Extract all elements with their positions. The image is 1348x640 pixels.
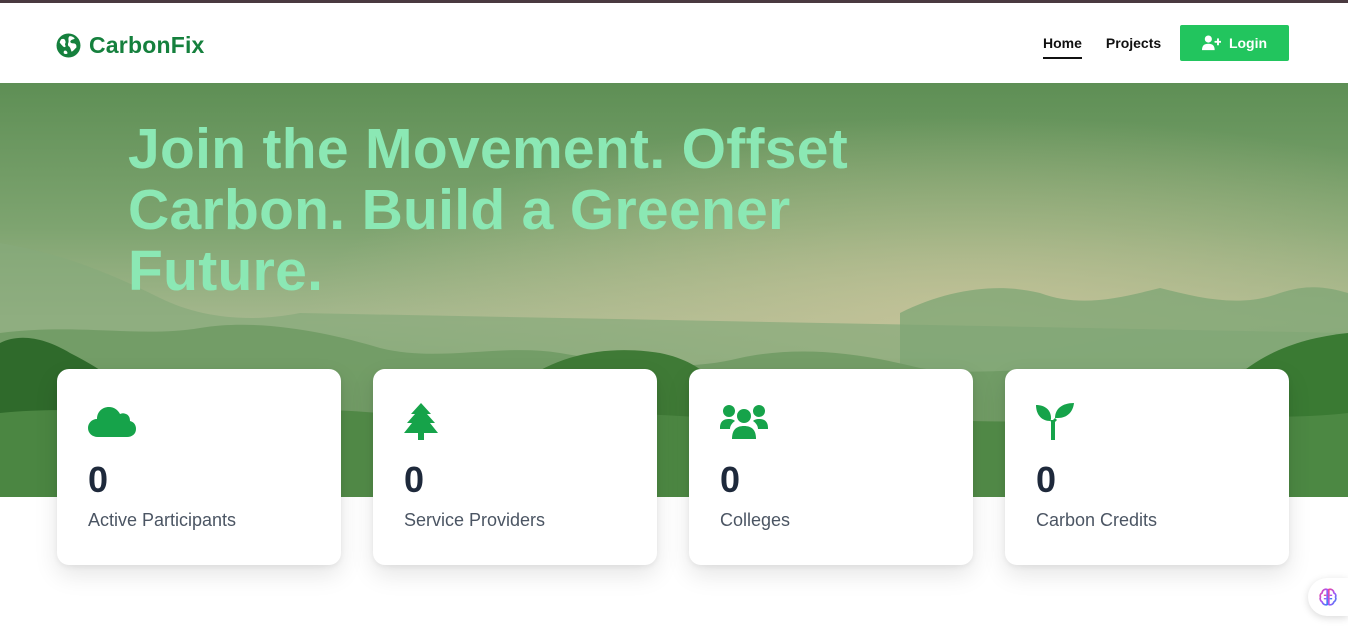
login-button[interactable]: Login <box>1180 25 1289 61</box>
stat-card-service-providers: 0 Service Providers <box>373 369 657 565</box>
stat-value: 0 <box>1036 459 1057 500</box>
stat-label: Service Providers <box>404 510 546 530</box>
seedling-icon <box>1036 403 1074 440</box>
navbar: CarbonFix Home Projects Login <box>0 3 1348 83</box>
nav-link-projects[interactable]: Projects <box>1106 35 1161 59</box>
assistant-launcher-button[interactable] <box>1308 578 1348 616</box>
stat-value: 0 <box>404 459 425 500</box>
stat-value: 0 <box>88 459 109 500</box>
cloud-icon <box>88 407 136 437</box>
main-nav: Home Projects <box>1043 35 1161 59</box>
user-plus-icon <box>1201 35 1221 51</box>
brand-logo-link[interactable]: CarbonFix <box>56 31 205 59</box>
tree-icon <box>404 403 438 440</box>
stat-label: Colleges <box>720 510 791 530</box>
stat-value: 0 <box>720 459 741 500</box>
stats-cards: 0 Active Participants 0 Service Provider… <box>57 369 1289 565</box>
users-icon <box>720 405 768 439</box>
stat-card-active-participants: 0 Active Participants <box>57 369 341 565</box>
login-button-label: Login <box>1228 35 1268 51</box>
stat-label: Active Participants <box>88 510 237 530</box>
brand-name: CarbonFix <box>89 31 205 58</box>
globe-icon <box>56 33 81 57</box>
brain-icon <box>1319 588 1337 606</box>
hero-title: Join the Movement. Offset Carbon. Build … <box>128 117 849 303</box>
stat-card-colleges: 0 Colleges <box>689 369 973 565</box>
nav-link-home[interactable]: Home <box>1043 35 1082 59</box>
stat-card-carbon-credits: 0 Carbon Credits <box>1005 369 1289 565</box>
stat-label: Carbon Credits <box>1036 510 1158 530</box>
